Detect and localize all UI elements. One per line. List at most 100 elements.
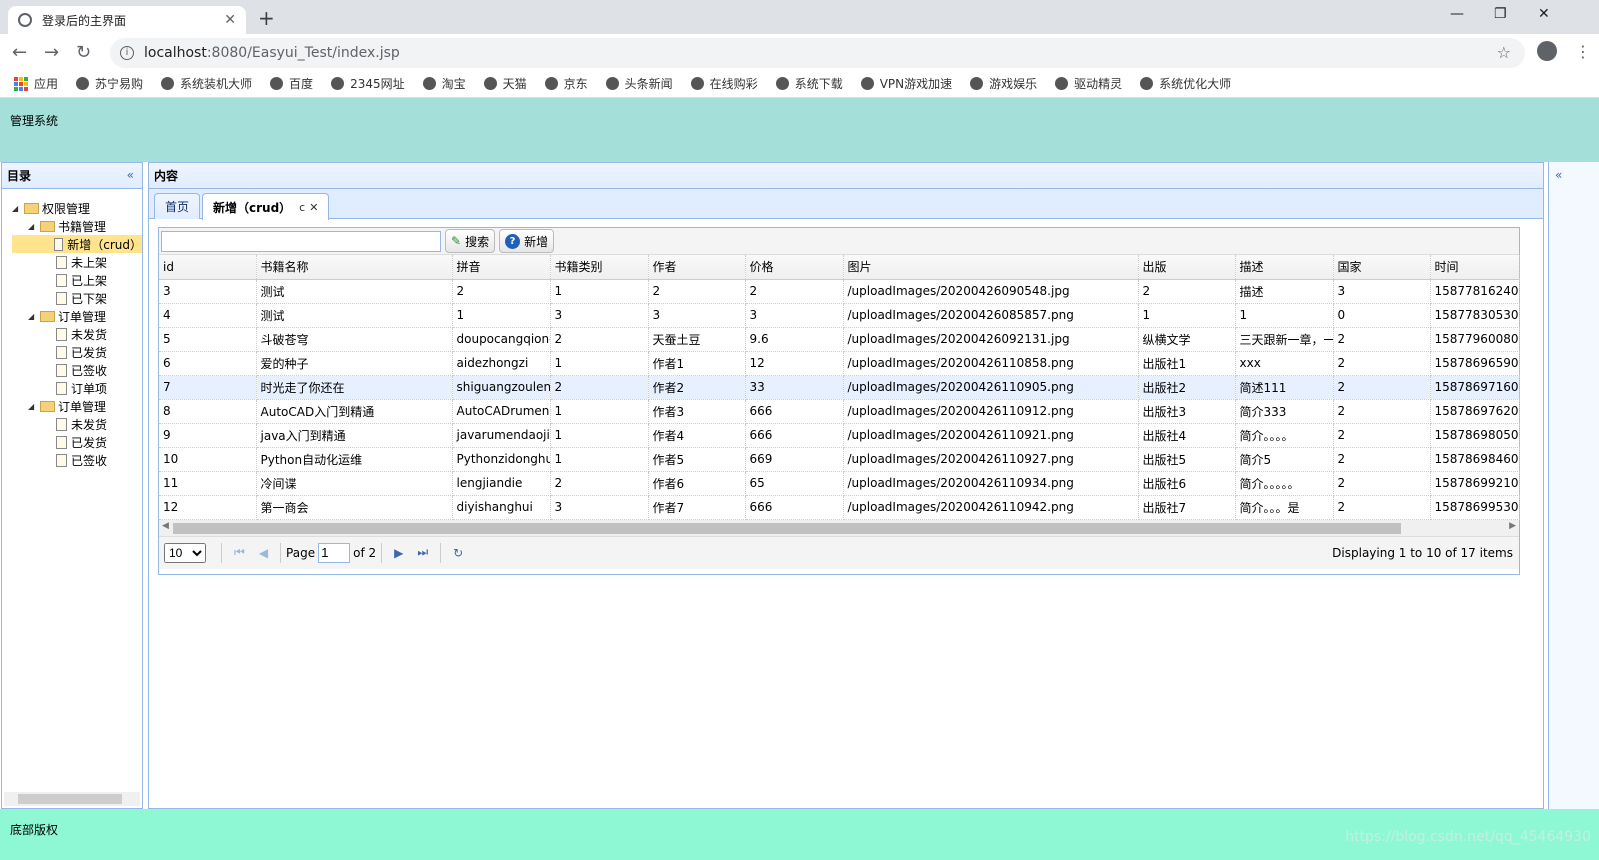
scroll-left-icon[interactable]: ◀ (162, 521, 169, 531)
column-header[interactable]: 出版 (1138, 255, 1236, 280)
bookmark-item[interactable]: 系统下载 (775, 75, 843, 92)
collapse-left-icon[interactable]: « (127, 168, 134, 182)
restore-icon[interactable]: ❐ (1494, 6, 1507, 22)
expand-arrow-icon[interactable]: ◢ (28, 402, 40, 411)
bookmark-item[interactable]: 京东 (544, 75, 588, 92)
bookmark-item[interactable]: 淘宝 (422, 75, 466, 92)
display-info: Displaying 1 to 10 of 17 items (1332, 545, 1513, 560)
column-header[interactable]: 书籍类别 (550, 255, 649, 280)
column-header[interactable]: 作者 (648, 255, 746, 280)
info-icon[interactable]: i (120, 46, 134, 60)
expand-arrow-icon[interactable]: ◢ (28, 312, 40, 321)
tree-node[interactable]: 订单项 (12, 379, 142, 397)
search-button[interactable]: ✎ 搜索 (445, 229, 496, 253)
table-row[interactable]: 4 测试 1 3 3 3/uploadImages/20200426085857.png 1… (159, 303, 1520, 328)
table-cell: /uploadImages/20200426110858.png (843, 351, 1139, 376)
column-header[interactable]: id (159, 255, 257, 280)
tree-node[interactable]: 已发货 (12, 433, 142, 451)
table-cell: 作者4 (648, 423, 746, 448)
tree-node[interactable]: ◢ 订单管理 (12, 397, 142, 415)
kebab-menu-icon[interactable]: ⋮ (1575, 42, 1591, 61)
bookmark-item[interactable]: 系统优化大师 (1140, 75, 1231, 92)
bookmark-star-icon[interactable]: ☆ (1497, 43, 1511, 62)
table-row[interactable]: 3 测试 2 1 2 2/uploadImages/20200426090548.jpg 2… (159, 279, 1520, 304)
tree-node[interactable]: 已签收 (12, 361, 142, 379)
table-row[interactable]: 5 斗破苍穹 doupocangqiong 2 天蚕土豆 9.6/uploadImages… (159, 327, 1520, 352)
tree-node[interactable]: ◢ 书籍管理 (12, 217, 142, 235)
refresh-icon[interactable]: ↻ (453, 546, 463, 560)
search-input[interactable] (161, 230, 441, 252)
table-row[interactable]: 6 爱的种子 aidezhongzi 1 作者1 12/uploadImages/2020… (159, 351, 1520, 376)
column-header[interactable]: 图片 (843, 255, 1139, 280)
table-row[interactable]: 12 第一商会 diyishanghui 3 作者7 666/uploadImages/2… (159, 495, 1520, 520)
tab-crud[interactable]: 新增（crud） c ✕ (202, 193, 330, 220)
page-number-input[interactable] (318, 542, 351, 563)
back-icon[interactable]: ← (12, 42, 27, 63)
bookmark-item[interactable]: 系统装机大师 (161, 75, 252, 92)
close-tab-icon[interactable]: ✕ (224, 12, 236, 28)
tree-node[interactable]: 已下架 (12, 289, 142, 307)
table-row[interactable]: 9java入门到精通javarumendaojingtong1作者4666/up… (159, 423, 1520, 448)
table-row[interactable]: 8AutoCAD入门到精通AutoCADrumendaojingtong1作者3… (159, 399, 1520, 424)
tree-node[interactable]: 未发货 (12, 325, 142, 343)
table-cell: 出版社3 (1138, 399, 1236, 424)
column-header[interactable]: 描述 (1235, 255, 1334, 280)
tree-node[interactable]: 未上架 (12, 253, 142, 271)
browser-tab[interactable]: 登录后的主界面 ✕ (8, 6, 246, 34)
bookmark-item[interactable]: 应用 (14, 75, 58, 92)
bookmark-label: 系统下载 (794, 77, 843, 91)
table-row[interactable]: 11 冷间谍 lengjiandie 2 作者6 65/uploadImages/2020… (159, 471, 1520, 496)
bookmark-item[interactable]: 游戏娱乐 (970, 75, 1037, 92)
expand-arrow-icon[interactable]: ◢ (12, 204, 24, 213)
table-row[interactable]: 10Python自动化运维Pythonzidonghuayunwei1作者566… (159, 447, 1520, 472)
tab-close-icon[interactable]: ✕ (309, 201, 318, 214)
bookmark-label: 系统装机大师 (180, 77, 253, 91)
bookmark-item[interactable]: 驱动精灵 (1055, 75, 1122, 92)
last-page-icon[interactable]: ⏭ (417, 545, 428, 560)
table-cell: 158786980500 (1430, 423, 1520, 448)
tab-refresh-icon[interactable]: c (299, 201, 305, 214)
scroll-right-icon[interactable]: ▶ (1509, 521, 1516, 531)
forward-icon[interactable]: → (44, 42, 59, 63)
tree-node[interactable]: ◢ 权限管理 (12, 199, 142, 217)
column-header[interactable]: 时间 (1430, 255, 1520, 280)
reload-icon[interactable]: ↻ (76, 42, 91, 63)
bookmark-item[interactable]: 苏宁易购 (76, 75, 143, 92)
tree-node[interactable]: 已签收 (12, 451, 142, 469)
bookmark-item[interactable]: 百度 (270, 75, 313, 92)
column-header[interactable]: 国家 (1333, 255, 1431, 280)
bookmark-item[interactable]: 天猫 (483, 75, 527, 92)
tree-node[interactable]: 新增（crud） (12, 235, 142, 253)
new-tab-icon[interactable]: + (258, 6, 275, 30)
window-close-icon[interactable]: ✕ (1538, 6, 1550, 22)
minimize-icon[interactable]: — (1450, 6, 1464, 22)
add-button[interactable]: ? 新增 (499, 229, 555, 253)
expand-arrow-icon[interactable]: ◢ (28, 222, 40, 231)
west-scrollbar[interactable] (4, 792, 140, 806)
page-size-select[interactable]: 10 (164, 542, 206, 563)
bookmark-item[interactable]: 头条新闻 (605, 75, 673, 92)
bookmark-item[interactable]: 2345网址 (331, 75, 405, 92)
bookmark-item[interactable]: VPN游戏加速 (860, 75, 952, 92)
next-page-icon[interactable]: ▶ (394, 546, 403, 560)
file-icon (56, 435, 67, 449)
tree-node[interactable]: 未发货 (12, 415, 142, 433)
grid-scrollbar[interactable]: ◀ ▶ (159, 519, 1519, 537)
tree-node[interactable]: 已发货 (12, 343, 142, 361)
account-icon[interactable] (1537, 41, 1557, 61)
tree-node[interactable]: 已上架 (12, 271, 142, 289)
table-row[interactable]: 7时光走了你还在shiguangzoulenihaizai2作者233/uplo… (159, 375, 1520, 400)
column-header[interactable]: 拼音 (452, 255, 551, 280)
prev-page-icon[interactable]: ◀ (259, 546, 268, 560)
first-page-icon[interactable]: ⏮ (234, 545, 245, 560)
tab-home[interactable]: 首页 (154, 193, 201, 219)
column-header[interactable]: 价格 (745, 255, 844, 280)
table-cell: 666 (745, 399, 844, 424)
address-bar[interactable]: i localhost:8080/Easyui_Test/index.jsp ☆ (110, 38, 1525, 68)
bookmark-item[interactable]: 在线购彩 (690, 75, 758, 92)
table-cell: 1 (550, 447, 649, 472)
tree-node[interactable]: ◢ 订单管理 (12, 307, 142, 325)
table-cell: 1 (550, 399, 649, 424)
expand-right-icon[interactable]: « (1555, 168, 1562, 182)
column-header[interactable]: 书籍名称 (256, 255, 453, 280)
